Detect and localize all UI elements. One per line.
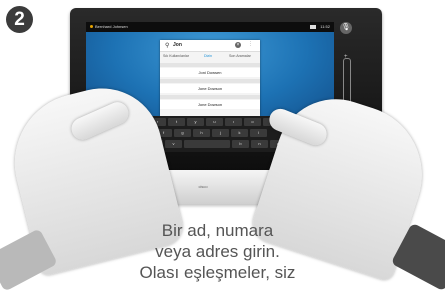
- key[interactable]: u: [206, 118, 223, 126]
- key[interactable]: l: [250, 129, 267, 137]
- key[interactable]: b: [232, 140, 249, 148]
- search-panel: ⚲ Jon × ⋮ Sık Kullanılanlar Dizin Son Ar…: [160, 40, 260, 116]
- tab-favorites[interactable]: Sık Kullanılanlar: [163, 54, 189, 58]
- search-icon: ⚲: [165, 43, 170, 49]
- key[interactable]: n: [251, 140, 268, 148]
- result-group-header: [160, 63, 260, 67]
- key[interactable]: h: [193, 129, 210, 137]
- key[interactable]: t: [168, 118, 185, 126]
- space-key[interactable]: [184, 140, 230, 148]
- key[interactable]: o: [244, 118, 261, 126]
- status-bar: Bernhard Johnsen 11:52: [86, 22, 334, 32]
- tab-recent[interactable]: Son Aramalar: [229, 54, 251, 58]
- result-item[interactable]: Jone Dowson: [160, 100, 260, 109]
- user-name[interactable]: Bernhard Johnsen: [90, 22, 128, 32]
- key[interactable]: g: [174, 129, 191, 137]
- more-icon[interactable]: ⋮: [248, 41, 253, 47]
- search-tabs: Sık Kullanılanlar Dizin Son Aramalar: [160, 52, 260, 61]
- result-item[interactable]: Jone Dowson: [160, 84, 260, 93]
- search-bar[interactable]: ⚲ Jon × ⋮: [160, 40, 260, 52]
- search-input[interactable]: Jon: [173, 42, 182, 48]
- clear-icon[interactable]: ×: [235, 42, 241, 48]
- key[interactable]: j: [212, 129, 229, 137]
- result-group-header: [160, 95, 260, 99]
- caption-line: Olası eşleşmeler, siz: [139, 263, 296, 282]
- key[interactable]: v: [165, 140, 182, 148]
- microphone-icon[interactable]: 🎙: [340, 22, 352, 34]
- caption-line: Bir ad, numara: [161, 221, 274, 240]
- result-item[interactable]: Joni Dowsen: [160, 68, 260, 77]
- result-group-header: [160, 79, 260, 83]
- tab-directory[interactable]: Dizin: [204, 54, 212, 58]
- caption-line: veya adres girin.: [155, 242, 280, 261]
- key[interactable]: ı: [225, 118, 242, 126]
- instruction-caption: Bir ad, numara veya adres girin. Olası e…: [105, 220, 330, 283]
- clock: 11:52: [320, 24, 330, 29]
- camera-icon[interactable]: [310, 25, 316, 29]
- cisco-logo: cisco: [198, 184, 208, 189]
- key[interactable]: y: [187, 118, 204, 126]
- key[interactable]: k: [231, 129, 248, 137]
- step-number-badge: 2: [6, 6, 33, 33]
